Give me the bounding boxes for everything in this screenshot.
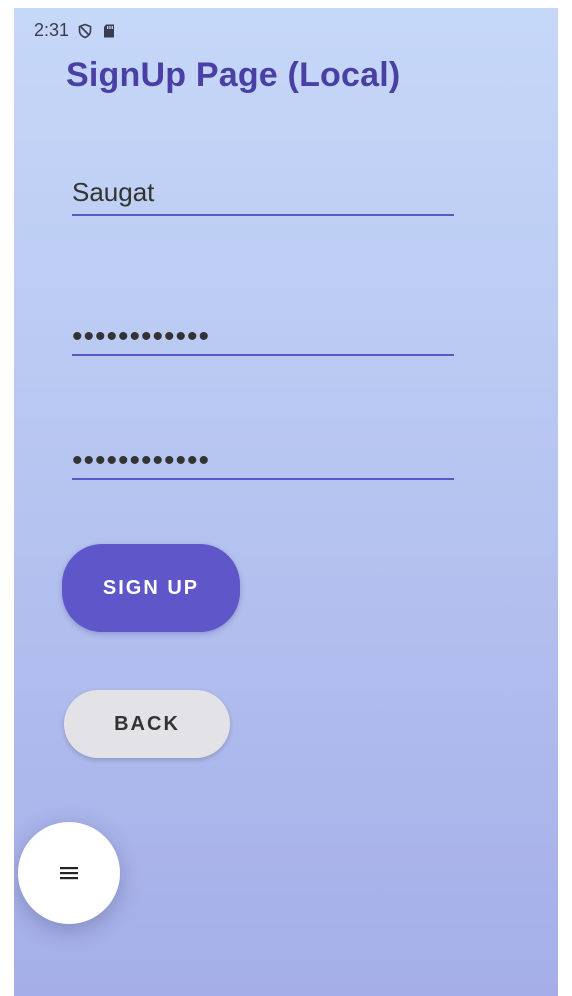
password-input[interactable] xyxy=(72,320,454,354)
page-title: SignUp Page (Local) xyxy=(66,56,401,94)
username-field[interactable] xyxy=(72,160,454,216)
back-button[interactable]: BACK xyxy=(64,690,230,758)
app-screen: 2:31 SignUp Page (Local) SIGN UP BACK xyxy=(14,8,558,996)
sign-up-button-label: SIGN UP xyxy=(102,576,200,599)
status-time: 2:31 xyxy=(34,20,70,40)
confirm-password-input[interactable] xyxy=(72,444,454,478)
menu-icon xyxy=(57,861,81,885)
back-button-label: BACK xyxy=(114,712,180,735)
status-bar: 2:31 xyxy=(34,20,117,41)
password-field[interactable] xyxy=(72,300,454,356)
confirm-password-field[interactable] xyxy=(72,424,454,480)
menu-fab-button[interactable] xyxy=(18,822,120,924)
shield-icon xyxy=(77,23,93,39)
sign-up-button[interactable]: SIGN UP xyxy=(62,544,240,632)
sd-card-icon xyxy=(101,23,117,39)
username-input[interactable] xyxy=(72,177,454,208)
